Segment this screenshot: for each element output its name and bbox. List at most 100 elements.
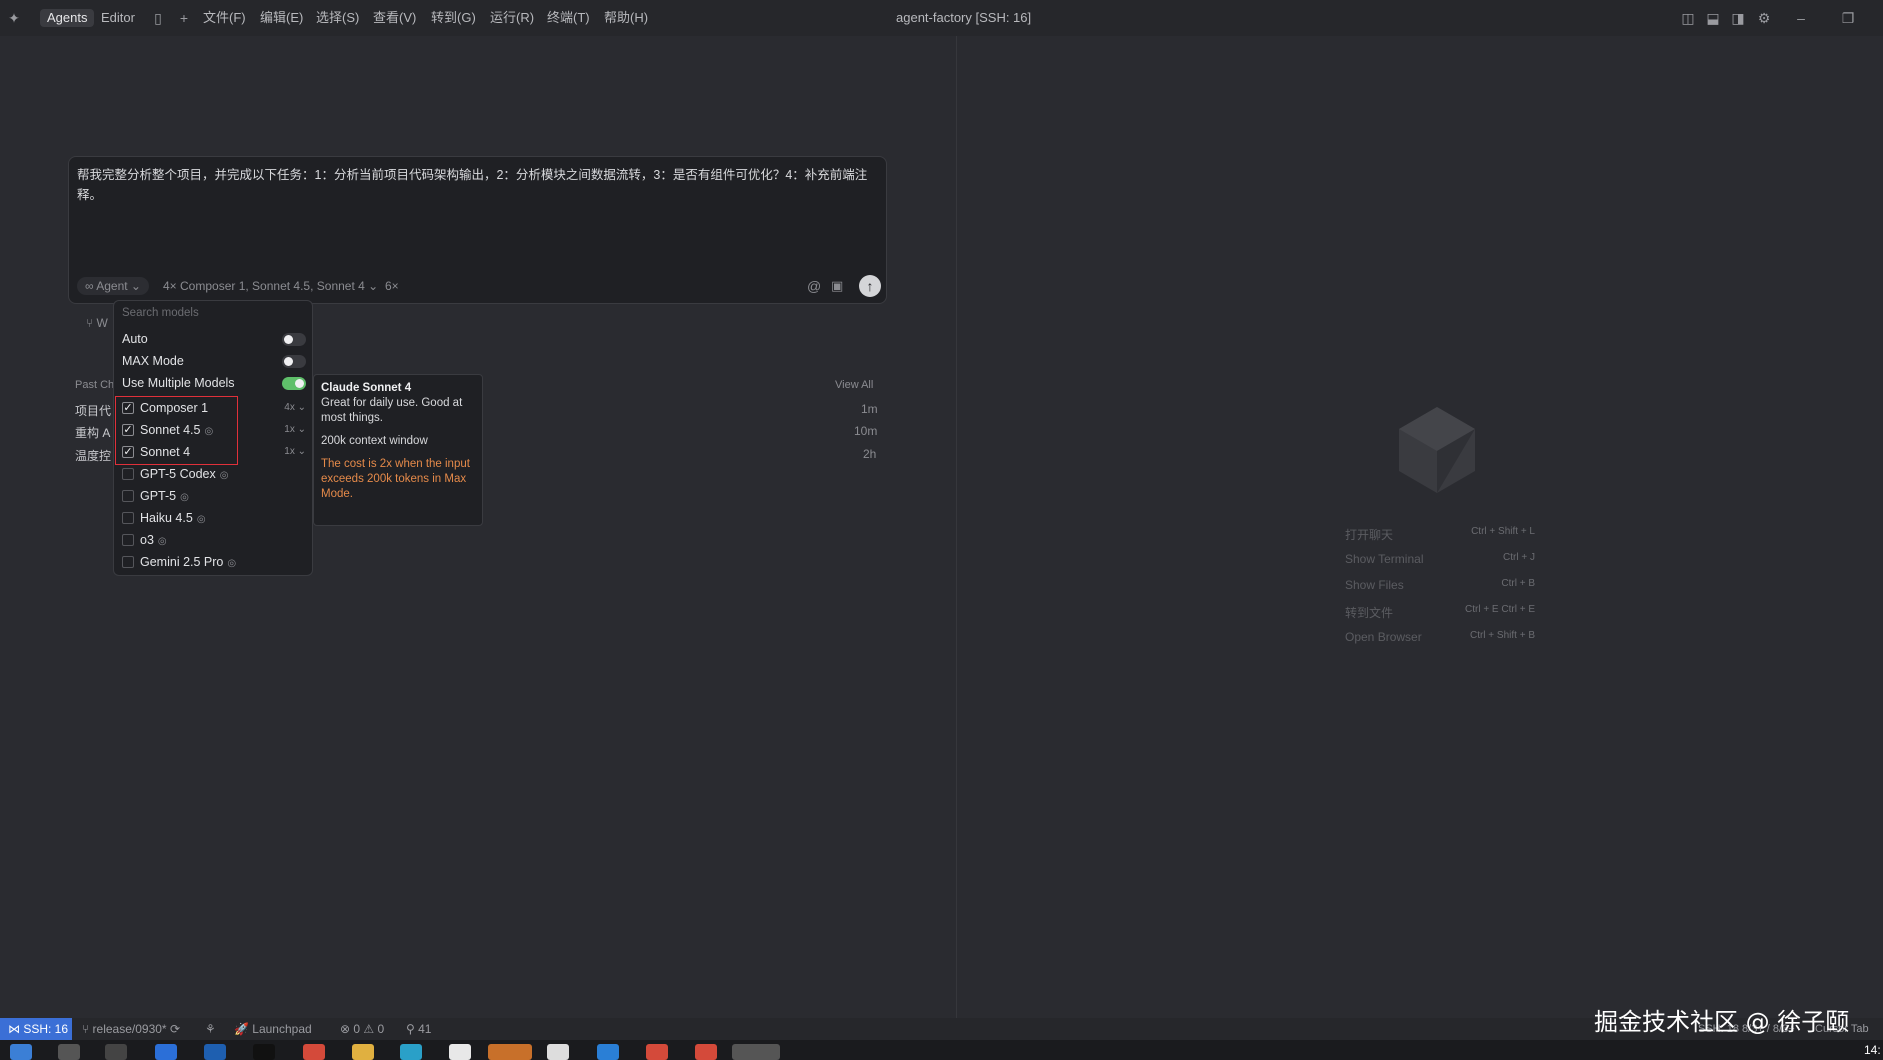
search-icon[interactable]	[58, 1044, 80, 1060]
checkbox-unchecked[interactable]	[122, 512, 134, 524]
multiple-models-toggle-switch[interactable]	[282, 377, 306, 390]
checkbox-unchecked[interactable]	[122, 468, 134, 480]
problems-indicator[interactable]: ⊗ 0 ⚠ 0	[340, 1022, 384, 1036]
multiplier-value: 1x	[284, 424, 295, 435]
shortcut-keys: Ctrl + Shift + L	[1471, 526, 1535, 537]
layout-bottom-icon[interactable]: ⬓	[1705, 10, 1721, 26]
pane-divider[interactable]	[956, 36, 957, 1020]
model-label: o3	[140, 533, 154, 547]
shortcut-label: Open Browser	[1345, 630, 1422, 644]
clock: 14:	[1864, 1043, 1881, 1057]
shortcut-show-files[interactable]: Show Files Ctrl + B	[1345, 578, 1535, 596]
chrome-icon[interactable]	[303, 1044, 325, 1060]
total-multiplier: 6×	[385, 279, 399, 293]
send-button[interactable]: ↑	[859, 275, 881, 297]
gear-icon[interactable]: ⚙	[1756, 10, 1772, 26]
sidebar-toggle-icon[interactable]: ▯	[150, 10, 166, 26]
problems-count: 0 ⚠ 0	[353, 1022, 385, 1036]
brain-icon: ◎	[196, 514, 206, 525]
edge-icon[interactable]	[400, 1044, 422, 1060]
task-view-icon[interactable]	[105, 1044, 127, 1060]
toggle-max-mode[interactable]: MAX Mode	[122, 351, 306, 371]
folder-icon[interactable]	[352, 1044, 374, 1060]
model-multiplier[interactable]: 1x ⌄	[284, 442, 306, 462]
agent-status-icon[interactable]: ⚘	[205, 1022, 216, 1036]
taskbar-app-icon[interactable]	[547, 1044, 569, 1060]
menu-go[interactable]: 转到(G)	[431, 9, 476, 27]
shortcut-open-chat[interactable]: 打开聊天 Ctrl + Shift + L	[1345, 526, 1535, 544]
start-icon[interactable]	[10, 1044, 32, 1060]
model-label: Gemini 2.5 Pro	[140, 555, 224, 569]
menu-edit[interactable]: 编辑(E)	[260, 9, 303, 27]
model-label: GPT-5	[140, 489, 177, 503]
model-item-gpt-5-codex[interactable]: GPT-5 Codex ◎	[114, 464, 312, 484]
tooltip-warning: The cost is 2x when the input exceeds 20…	[321, 458, 470, 500]
model-select[interactable]: 4× Composer 1, Sonnet 4.5, Sonnet 4 ⌄	[163, 277, 378, 295]
shortcut-label: 打开聊天	[1345, 528, 1394, 542]
model-item-gpt-5[interactable]: GPT-5 ◎	[114, 486, 312, 506]
brain-icon: ◎	[157, 536, 167, 547]
vscode-icon[interactable]	[597, 1044, 619, 1060]
model-label: Haiku 4.5	[140, 511, 193, 525]
menu-run[interactable]: 运行(R)	[490, 9, 534, 27]
ssh-label: SSH: 16	[23, 1022, 69, 1036]
worktree-icon[interactable]: ⑂ W	[86, 316, 108, 330]
shortcut-show-terminal[interactable]: Show Terminal Ctrl + J	[1345, 552, 1535, 570]
menu-help[interactable]: 帮助(H)	[604, 9, 648, 27]
max-mode-toggle-switch[interactable]	[282, 355, 306, 368]
shortcut-open-browser[interactable]: Open Browser Ctrl + Shift + B	[1345, 630, 1535, 648]
taskbar-app-icon[interactable]	[204, 1044, 226, 1060]
shortcut-goto-file[interactable]: 转到文件 Ctrl + E Ctrl + E	[1345, 604, 1535, 622]
taskbar-app-icon[interactable]	[449, 1044, 471, 1060]
tooltip-title: Claude Sonnet 4	[321, 382, 412, 394]
model-search-input[interactable]: Search models	[122, 303, 306, 323]
selection-highlight-box	[115, 396, 238, 465]
layout-right-icon[interactable]: ◨	[1730, 10, 1746, 26]
menu-terminal[interactable]: 终端(T)	[547, 9, 590, 27]
toggle-multiple-models[interactable]: Use Multiple Models	[122, 373, 306, 393]
model-item-o3[interactable]: o3 ◎	[114, 530, 312, 550]
past-chat-title[interactable]: 温度控	[75, 447, 111, 464]
past-chat-time: 10m	[854, 424, 878, 438]
taskbar-app-icon[interactable]	[155, 1044, 177, 1060]
launchpad-button[interactable]: 🚀 Launchpad	[234, 1022, 312, 1036]
view-all-link[interactable]: View All	[835, 379, 873, 391]
checkbox-unchecked[interactable]	[122, 490, 134, 502]
multiplier-value: 4x	[284, 402, 295, 413]
composer[interactable]: 帮我完整分析整个项目，并完成以下任务：1：分析当前项目代码架构输出，2：分析模块…	[68, 156, 887, 304]
minimize-icon[interactable]: –	[1793, 10, 1809, 26]
tab-editor[interactable]: Editor	[101, 9, 135, 27]
model-multiplier[interactable]: 1x ⌄	[284, 420, 306, 440]
new-chat-icon[interactable]: +	[176, 10, 192, 26]
os-taskbar: 14:	[0, 1040, 1883, 1060]
cursor-app-icon[interactable]	[732, 1044, 780, 1060]
tab-agents[interactable]: Agents	[40, 9, 95, 27]
composer-input[interactable]: 帮我完整分析整个项目，并完成以下任务：1：分析当前项目代码架构输出，2：分析模块…	[77, 165, 877, 205]
model-multiplier[interactable]: 4x ⌄	[284, 398, 306, 418]
chrome-icon[interactable]	[695, 1044, 717, 1060]
image-icon[interactable]: ▣	[831, 277, 843, 295]
layout-panel-icon[interactable]: ◫	[1680, 10, 1696, 26]
ports-indicator[interactable]: ⚲ 41	[406, 1022, 431, 1036]
mention-icon[interactable]: @	[807, 277, 821, 295]
checkbox-unchecked[interactable]	[122, 534, 134, 546]
git-branch[interactable]: ⑂ release/0930* ⟳	[82, 1022, 180, 1036]
taskbar-app-active-icon[interactable]	[488, 1044, 532, 1060]
tooltip-context: 200k context window	[321, 435, 428, 447]
past-chat-title[interactable]: 重构 A	[75, 424, 110, 441]
restore-icon[interactable]: ❐	[1840, 10, 1856, 26]
past-chat-title[interactable]: 项目代	[75, 402, 111, 419]
model-item-haiku-4-5[interactable]: Haiku 4.5 ◎	[114, 508, 312, 528]
checkbox-unchecked[interactable]	[122, 556, 134, 568]
taskbar-app-icon[interactable]	[253, 1044, 275, 1060]
toggle-auto[interactable]: Auto	[122, 329, 306, 349]
menu-selection[interactable]: 选择(S)	[316, 9, 359, 27]
agent-mode-select[interactable]: ∞ Agent ⌄	[77, 277, 149, 295]
multiplier-value: 1x	[284, 446, 295, 457]
menu-view[interactable]: 查看(V)	[373, 9, 416, 27]
auto-toggle-switch[interactable]	[282, 333, 306, 346]
menu-file[interactable]: 文件(F)	[203, 9, 246, 27]
model-item-gemini-2-5-pro[interactable]: Gemini 2.5 Pro ◎	[114, 552, 312, 572]
ssh-remote-button[interactable]: ⋈ SSH: 16	[0, 1018, 72, 1040]
chrome-icon[interactable]	[646, 1044, 668, 1060]
